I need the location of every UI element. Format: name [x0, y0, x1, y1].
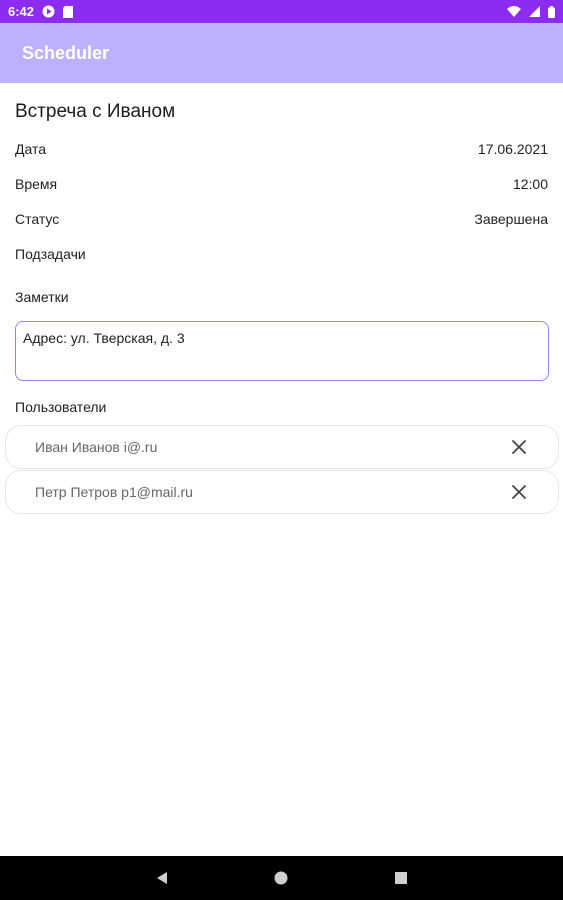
notes-label: Заметки: [15, 289, 69, 305]
back-button[interactable]: [140, 856, 184, 900]
remove-user-button[interactable]: [508, 481, 530, 503]
status-right: [507, 5, 555, 18]
close-icon: [512, 440, 526, 454]
user-text: Иван Иванов i@.ru: [35, 439, 158, 455]
subtasks-label: Подзадачи: [15, 246, 86, 262]
signal-icon: [529, 6, 540, 17]
app-bar: Scheduler: [0, 23, 563, 83]
status-time: 6:42: [8, 4, 35, 19]
recents-button[interactable]: [379, 856, 423, 900]
sd-card-icon: [63, 5, 74, 18]
status-bar: 6:42: [0, 0, 563, 23]
app-title: Scheduler: [22, 42, 110, 63]
user-item[interactable]: Иван Иванов i@.ru: [5, 425, 559, 469]
close-icon: [512, 485, 526, 499]
status-row: Статус Завершена: [15, 211, 548, 227]
home-button[interactable]: [259, 856, 303, 900]
battery-icon: [548, 5, 555, 18]
wifi-icon: [507, 6, 521, 17]
remove-user-button[interactable]: [508, 436, 530, 458]
recents-icon: [395, 872, 407, 884]
time-label: Время: [15, 176, 58, 192]
status-label: Статус: [15, 211, 60, 227]
time-value[interactable]: 12:00: [513, 176, 548, 192]
task-title: Встреча с Иваном: [15, 101, 176, 122]
time-row: Время 12:00: [15, 176, 548, 192]
date-label: Дата: [15, 141, 47, 157]
user-text: Петр Петров p1@mail.ru: [35, 484, 193, 500]
date-row: Дата 17.06.2021: [15, 141, 548, 157]
status-left: 6:42: [8, 4, 74, 19]
screen: 6:42 Scheduler Встреча с Иваном Дата 17.…: [0, 0, 563, 900]
g-play-icon: [42, 5, 55, 18]
notes-field[interactable]: Адрес: ул. Тверская, д. 3: [15, 321, 549, 381]
user-item[interactable]: Петр Петров p1@mail.ru: [5, 470, 559, 514]
users-label: Пользователи: [15, 399, 107, 415]
back-icon: [157, 872, 167, 884]
date-value[interactable]: 17.06.2021: [478, 141, 548, 157]
home-icon: [274, 871, 288, 885]
status-value[interactable]: Завершена: [474, 211, 548, 227]
navigation-bar: [0, 856, 563, 900]
